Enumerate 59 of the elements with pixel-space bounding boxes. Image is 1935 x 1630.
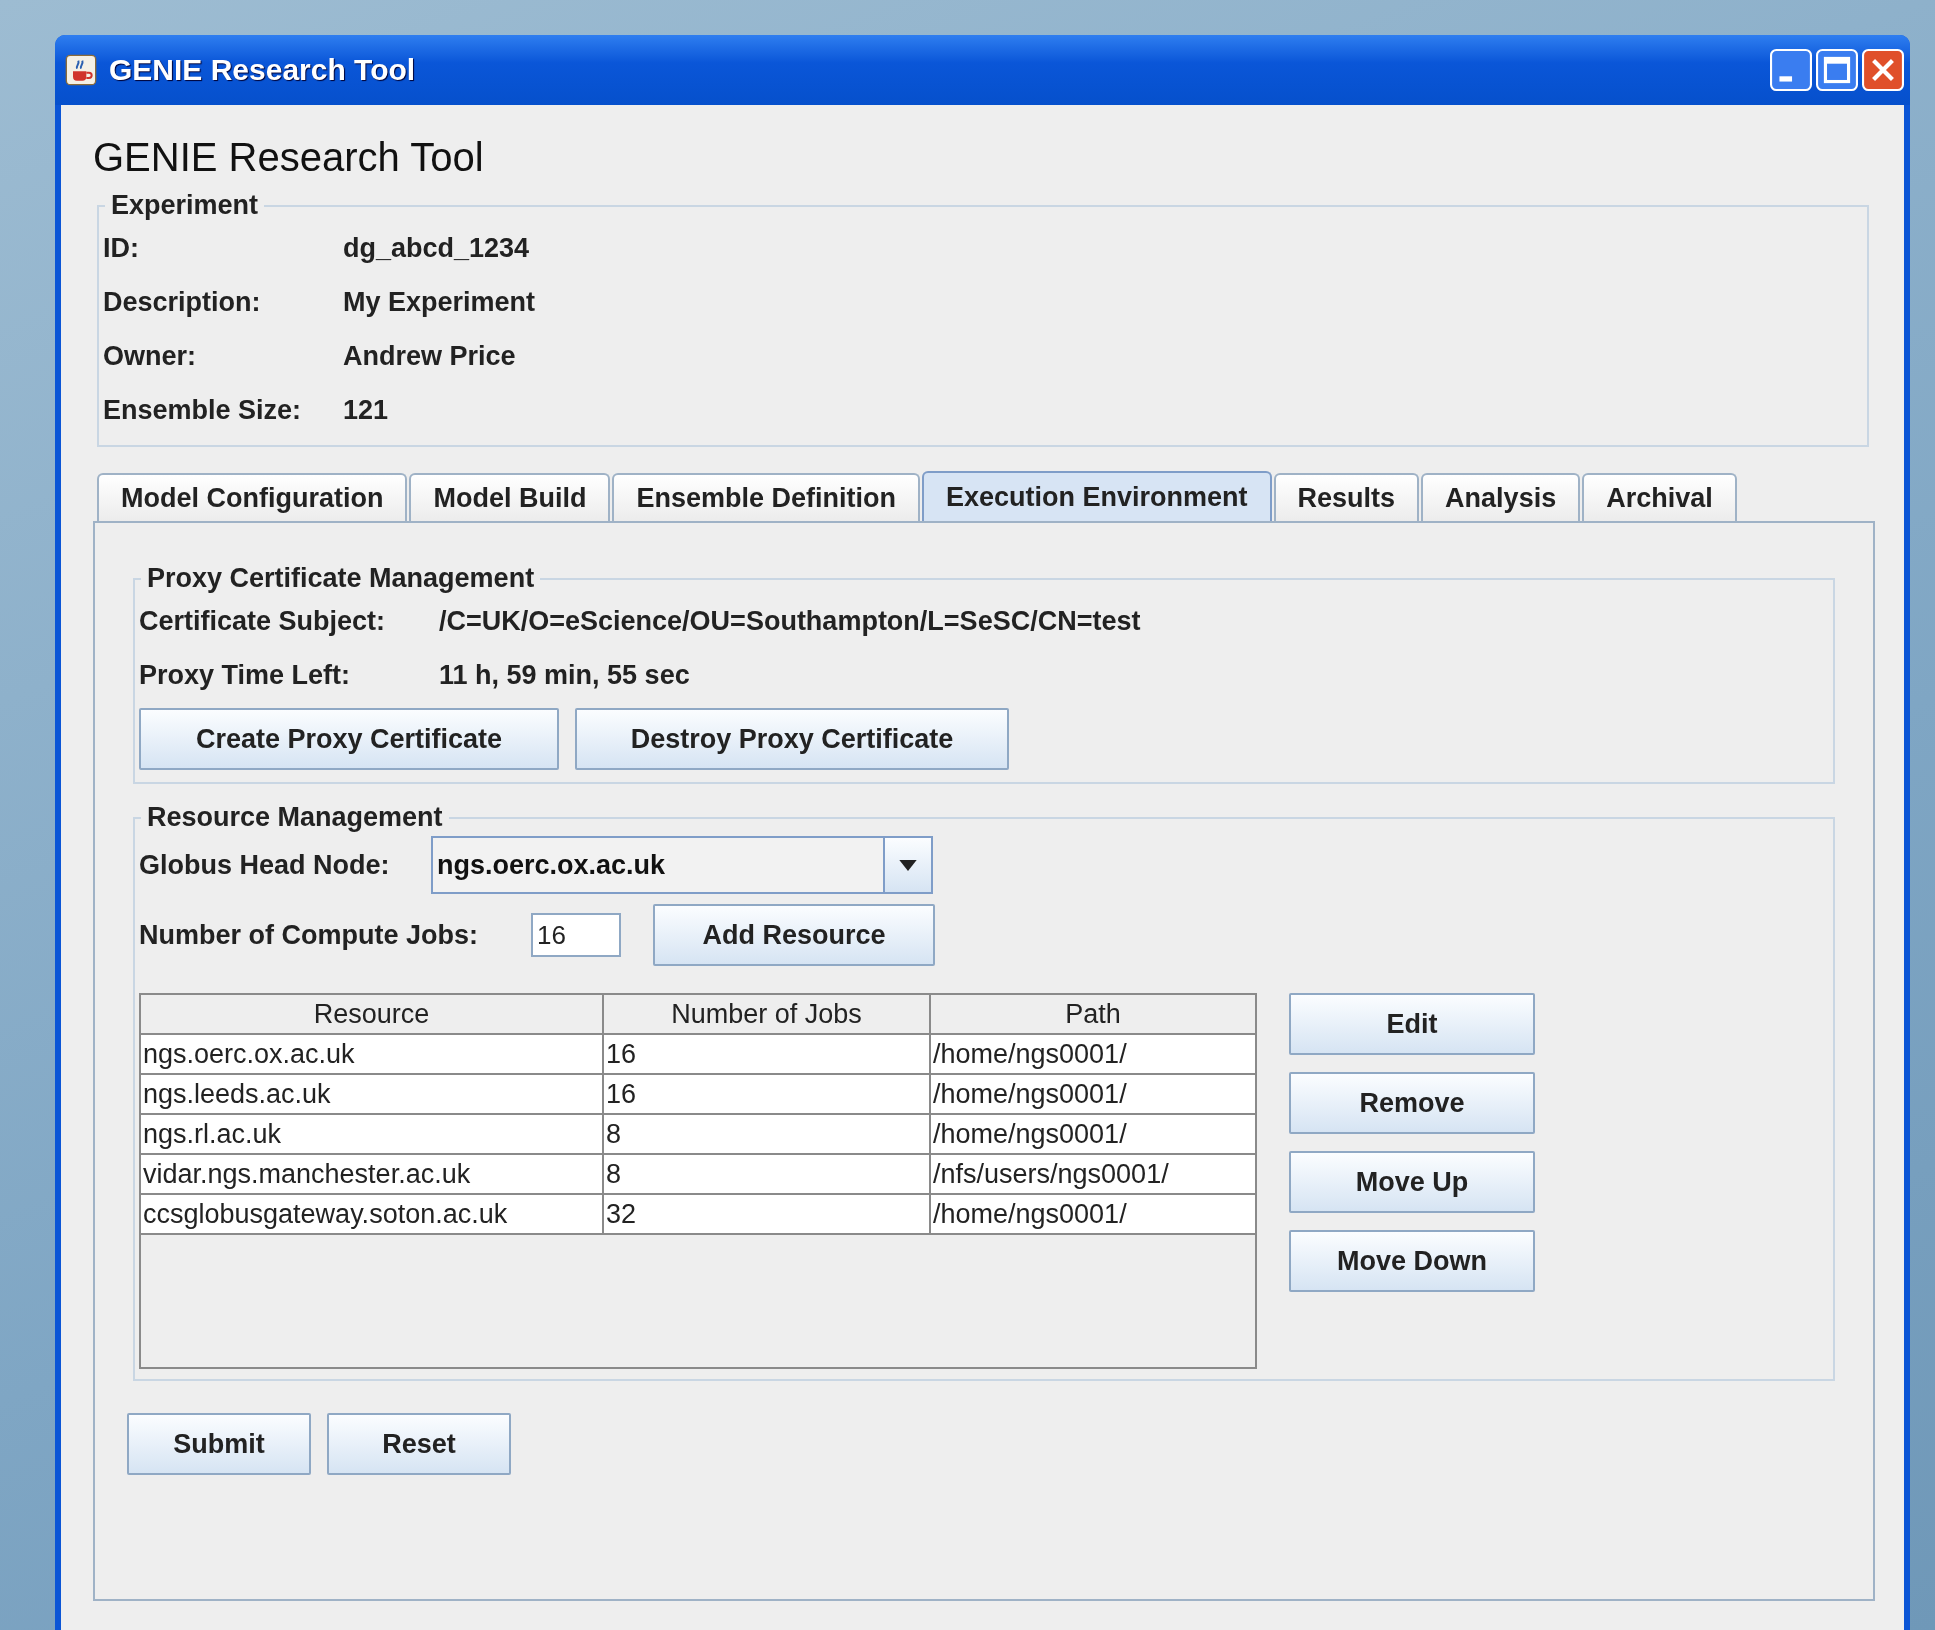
input-field[interactable]: 16 [531,913,621,957]
field-label: Owner: [102,340,197,372]
tab[interactable]: Model Build [409,473,611,521]
field-value: Andrew Price [343,340,516,372]
field-label: Ensemble Size: [102,394,303,426]
proxy-button[interactable]: Destroy Proxy Certificate [575,708,1009,770]
table-cell: /nfs/users/ngs0001/ [931,1155,1255,1195]
field-value: /C=UK/O=eScience/OU=Southampton/L=SeSC/CN=test [439,605,1141,637]
table-cell: 8 [604,1115,931,1155]
close-icon[interactable] [1862,49,1904,91]
table-cell: ngs.leeds.ac.uk [141,1075,604,1115]
field-label: Description: [102,286,262,318]
table-cell: 32 [604,1195,931,1235]
tab[interactable]: Model Configuration [97,473,408,521]
field-label: Number of Compute Jobs: [138,919,479,951]
tab[interactable]: Analysis [1421,473,1581,521]
caret-icon [897,858,919,872]
table-cell: /home/ngs0001/ [931,1115,1255,1155]
table-cell: vidar.ngs.manchester.ac.uk [141,1155,604,1195]
form-button[interactable]: Reset [327,1413,511,1475]
tab[interactable]: Results [1273,473,1420,521]
table-cell: 8 [604,1155,931,1195]
tab[interactable]: Archival [1582,473,1737,521]
field-value: 121 [343,394,389,426]
field-label: Certificate Subject: [138,605,387,637]
group-title: Proxy Certificate Management [146,563,536,594]
cup-icon [65,54,97,86]
table-action-button[interactable]: Edit [1289,993,1535,1055]
add-resource-button[interactable]: Add Resource [653,904,935,966]
table-cell: 16 [604,1075,931,1115]
maximize-icon[interactable] [1816,49,1858,91]
table-cell: /home/ngs0001/ [931,1035,1255,1075]
field-value: dg_abcd_1234 [343,232,530,264]
field-value: My Experiment [343,286,536,318]
field-label: ID: [102,232,140,264]
table-action-button[interactable]: Move Up [1289,1151,1535,1213]
field-label: Proxy Time Left: [138,659,352,691]
tab[interactable]: Execution Environment [922,471,1272,521]
table-cell: ngs.rl.ac.uk [141,1115,604,1155]
table-cell: /home/ngs0001/ [931,1075,1255,1115]
field-value: 11 h, 59 min, 55 sec [439,659,690,691]
group-title: Resource Management [146,802,444,833]
table-cell: ccsglobusgateway.soton.ac.uk [141,1195,604,1235]
window-title: GENIE Research Tool [109,53,417,87]
table-action-button[interactable]: Remove [1289,1072,1535,1134]
proxy-button[interactable]: Create Proxy Certificate [139,708,559,770]
app-heading: GENIE Research Tool [93,135,485,180]
form-button[interactable]: Submit [127,1413,311,1475]
column-header[interactable]: Resource [141,995,604,1035]
column-header[interactable]: Number of Jobs [604,995,931,1035]
minimize-icon[interactable] [1770,49,1812,91]
dropdown[interactable]: ngs.oerc.ox.ac.uk [431,836,933,894]
table-cell: /home/ngs0001/ [931,1195,1255,1235]
table-cell: 16 [604,1035,931,1075]
field-label: Globus Head Node: [138,849,391,881]
table-cell: ngs.oerc.ox.ac.uk [141,1035,604,1075]
table-action-button[interactable]: Move Down [1289,1230,1535,1292]
tab[interactable]: Ensemble Definition [612,473,920,521]
group-title: Experiment [110,190,260,221]
